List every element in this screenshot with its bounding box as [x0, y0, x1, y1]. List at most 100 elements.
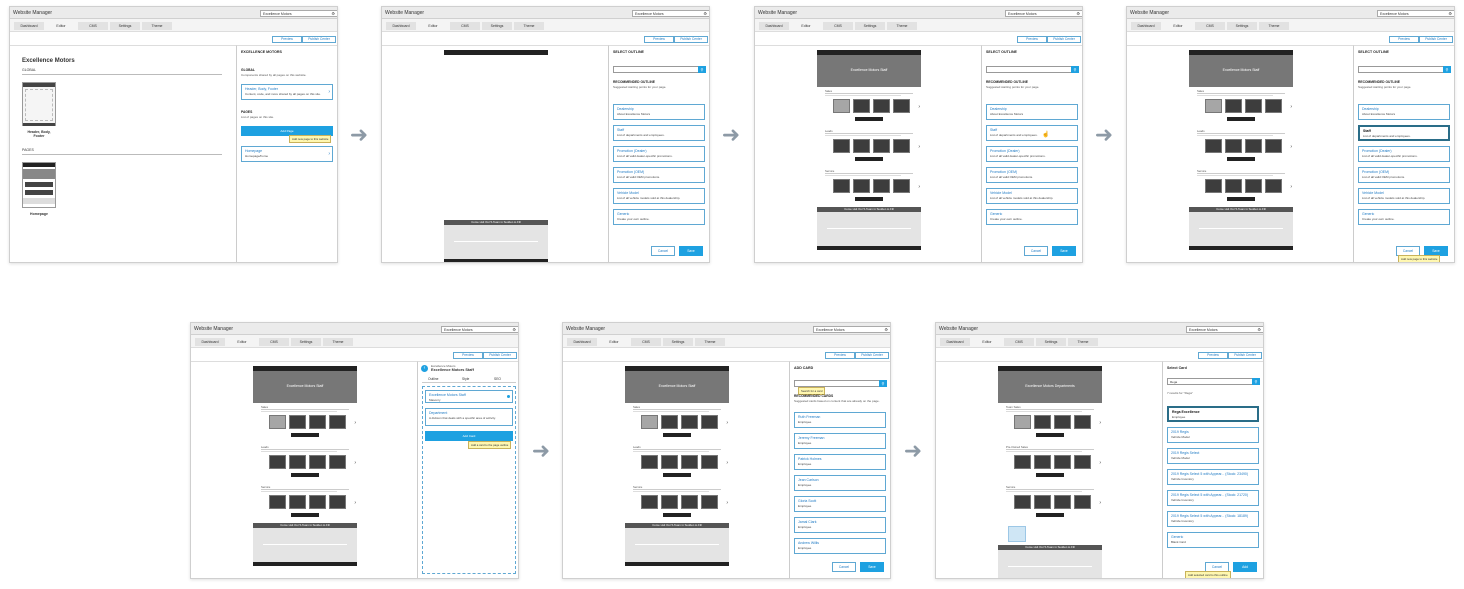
tab-settings[interactable]: Settings	[855, 22, 885, 30]
outline-card[interactable]: Department A division that deals with a s…	[425, 408, 513, 426]
chevron-right-icon[interactable]: ›	[1290, 104, 1292, 110]
add-button[interactable]: Add	[1233, 562, 1257, 572]
search-icon[interactable]: ⚲	[1443, 66, 1451, 73]
section-button[interactable]	[855, 117, 883, 121]
chevron-right-icon[interactable]: ›	[918, 184, 920, 190]
tab-outline[interactable]: Outline	[428, 377, 438, 381]
search-input[interactable]: Rega	[1167, 378, 1259, 385]
tab-editor[interactable]: Editor	[46, 22, 76, 30]
outline-card[interactable]: Promotion (Dealer) List of all valid deal…	[1358, 146, 1450, 162]
save-button[interactable]: Save	[860, 562, 884, 572]
search-icon[interactable]: ⚲	[698, 66, 706, 73]
tab-editor[interactable]: Editor	[418, 22, 448, 30]
search-input[interactable]	[794, 380, 886, 387]
section-button[interactable]	[663, 513, 691, 517]
chevron-right-icon[interactable]: ›	[918, 144, 920, 150]
chevron-right-icon[interactable]: ›	[726, 460, 728, 466]
site-select[interactable]: Excellence Motors ⚙	[1186, 326, 1263, 333]
search-result-card[interactable]: Generic Blank Card	[1167, 532, 1259, 548]
tab-settings[interactable]: Settings	[291, 338, 321, 346]
tab-dashboard[interactable]: Dashboard	[386, 22, 416, 30]
outline-card[interactable]: Promotion (Dealer) List of all valid deal…	[613, 146, 705, 162]
global-thumbnail[interactable]	[22, 82, 56, 126]
tab-settings[interactable]: Settings	[482, 22, 512, 30]
section-button[interactable]	[1036, 513, 1064, 517]
section-button[interactable]	[855, 157, 883, 161]
section-button[interactable]	[1227, 197, 1255, 201]
recommended-card[interactable]: Andrew Willis Employee	[794, 538, 886, 554]
outline-card[interactable]: Staff List of departments and employees.	[613, 125, 705, 141]
preview-button[interactable]: Preview	[453, 352, 483, 359]
outline-card[interactable]: Generic Create your own outline.	[986, 209, 1078, 225]
tab-editor[interactable]: Editor	[227, 338, 257, 346]
outline-card[interactable]: Staff List of departments and employees.	[1358, 125, 1450, 141]
chevron-right-icon[interactable]: ›	[354, 460, 356, 466]
site-select[interactable]: Excellence Motors ⚙	[1005, 10, 1082, 17]
tab-theme[interactable]: Theme	[695, 338, 725, 346]
tab-editor[interactable]: Editor	[972, 338, 1002, 346]
outline-card[interactable]: Vehicle Model List of all vehicle models …	[986, 188, 1078, 204]
search-result-card[interactable]: 2019 Regis Select 5 with Appear... (Stoc…	[1167, 511, 1259, 527]
preview-button[interactable]: Preview	[644, 36, 674, 43]
search-input[interactable]	[986, 66, 1078, 73]
preview-button[interactable]: Preview	[825, 352, 855, 359]
chevron-right-icon[interactable]: ›	[354, 500, 356, 506]
search-icon[interactable]: ⚲	[879, 380, 887, 387]
tab-editor[interactable]: Editor	[599, 338, 629, 346]
search-result-card[interactable]: Rega Excellence Employee	[1167, 406, 1259, 422]
tab-cms[interactable]: CMS	[78, 22, 108, 30]
section-button[interactable]	[291, 433, 319, 437]
publish-center-button[interactable]: Publish Center	[1419, 36, 1453, 43]
tab-theme[interactable]: Theme	[1259, 22, 1289, 30]
recommended-card[interactable]: Patrick Holmes Employee	[794, 454, 886, 470]
chevron-right-icon[interactable]: ›	[918, 104, 920, 110]
site-select[interactable]: Excellence Motors ⚙	[441, 326, 518, 333]
outline-card[interactable]: Dealership About Excellence Motors	[1358, 104, 1450, 120]
search-result-card[interactable]: 2019 Regis Select 5 with Appear... (Stoc…	[1167, 490, 1259, 506]
outline-card[interactable]: Vehicle Model List of all vehicle models …	[613, 188, 705, 204]
site-select[interactable]: Excellence Motors ⚙	[632, 10, 709, 17]
tab-dashboard[interactable]: Dashboard	[195, 338, 225, 346]
header-body-footer-card[interactable]: Header, Body, Footer Content, code, and m…	[241, 84, 333, 100]
back-icon[interactable]: ‹	[421, 365, 428, 372]
preview-button[interactable]: Preview	[1389, 36, 1419, 43]
tab-cms[interactable]: CMS	[823, 22, 853, 30]
tab-theme[interactable]: Theme	[142, 22, 172, 30]
preview-button[interactable]: Preview	[1198, 352, 1228, 359]
outline-card[interactable]: Staff List of departments and employees. ☝	[986, 125, 1078, 141]
outline-card[interactable]: Generic Create your own outline.	[613, 209, 705, 225]
tab-settings[interactable]: Settings	[1227, 22, 1257, 30]
section-button[interactable]	[1227, 117, 1255, 121]
tab-cms[interactable]: CMS	[450, 22, 480, 30]
publish-center-button[interactable]: Publish Center	[1047, 36, 1081, 43]
tab-editor[interactable]: Editor	[1163, 22, 1193, 30]
chevron-right-icon[interactable]: ›	[1099, 460, 1101, 466]
preview-button[interactable]: Preview	[272, 36, 302, 43]
chevron-right-icon[interactable]: ›	[726, 420, 728, 426]
save-button[interactable]: Save	[679, 246, 703, 256]
recommended-card[interactable]: Jamal Clark Employee	[794, 517, 886, 533]
chevron-right-icon[interactable]: ›	[354, 420, 356, 426]
outline-card[interactable]: Promotion (OEM) List of all valid OEM pro…	[613, 167, 705, 183]
search-icon[interactable]: ⚲	[1071, 66, 1079, 73]
tab-settings[interactable]: Settings	[1036, 338, 1066, 346]
publish-center-button[interactable]: Publish Center	[483, 352, 517, 359]
tab-dashboard[interactable]: Dashboard	[567, 338, 597, 346]
tab-theme[interactable]: Theme	[323, 338, 353, 346]
chevron-right-icon[interactable]: ›	[1290, 144, 1292, 150]
tab-theme[interactable]: Theme	[514, 22, 544, 30]
tab-cms[interactable]: CMS	[631, 338, 661, 346]
section-button[interactable]	[1036, 473, 1064, 477]
tab-dashboard[interactable]: Dashboard	[14, 22, 44, 30]
section-button[interactable]	[663, 473, 691, 477]
search-result-card[interactable]: 2019 Regis Select Vehicle Model	[1167, 448, 1259, 464]
search-icon[interactable]: ⚲	[1252, 378, 1260, 385]
search-input[interactable]	[613, 66, 705, 73]
site-select[interactable]: Excellence Motors ⚙	[813, 326, 890, 333]
homepage-thumbnail[interactable]	[22, 162, 56, 208]
outline-card[interactable]: Vehicle Model List of all vehicle models …	[1358, 188, 1450, 204]
tab-settings[interactable]: Settings	[110, 22, 140, 30]
outline-card[interactable]: Promotion (Dealer) List of all valid deal…	[986, 146, 1078, 162]
outline-card[interactable]: Dealership About Excellence Motors	[613, 104, 705, 120]
section-button[interactable]	[1036, 433, 1064, 437]
